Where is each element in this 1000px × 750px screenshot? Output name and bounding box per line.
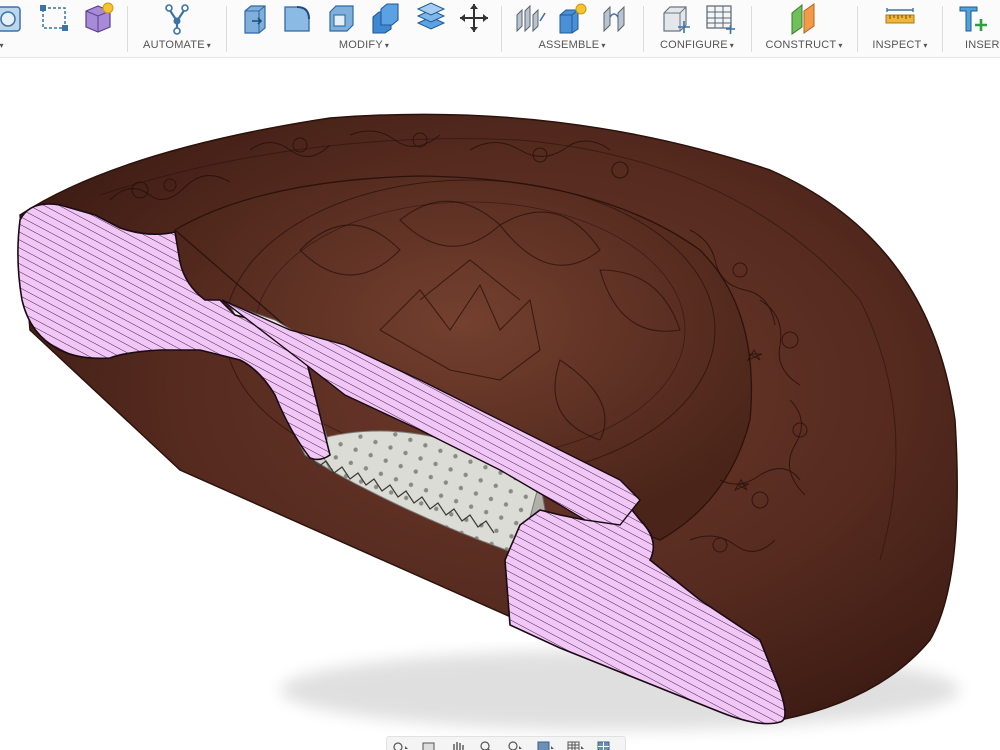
- new-component-icon[interactable]: [554, 1, 590, 35]
- fillet-icon[interactable]: [279, 1, 315, 35]
- joint-icon[interactable]: [512, 1, 548, 35]
- toolbar-group-label[interactable]: CONFIGURE ▾: [644, 39, 750, 51]
- toolbar-group-automate: AUTOMATE ▾: [128, 0, 226, 58]
- press-pull-icon[interactable]: [237, 1, 273, 35]
- toolbar-group-modify: MODIFY ▾: [227, 0, 501, 58]
- automate-icon[interactable]: [159, 1, 195, 35]
- insert-mesh-icon[interactable]: [955, 1, 991, 35]
- configure-icon[interactable]: [658, 1, 694, 35]
- toolbar-group-insert: INSER: [943, 0, 1000, 58]
- toolbar-group-assemble: ASSEMBLE ▾: [502, 0, 642, 58]
- navigation-bar: [386, 736, 626, 750]
- fit-icon[interactable]: [505, 739, 525, 750]
- offset-plane-icon[interactable]: [786, 1, 822, 35]
- combine-icon[interactable]: [367, 1, 403, 35]
- move-icon[interactable]: [456, 1, 492, 35]
- toolbar-group-create: E▾: [0, 0, 130, 58]
- viewports-icon[interactable]: [595, 739, 615, 750]
- toolbar-group-label[interactable]: CONSTRUCT ▾: [752, 39, 856, 51]
- toolbar: E▾ AUTOMATE▾: [0, 0, 1000, 58]
- grid-icon[interactable]: [565, 739, 585, 750]
- toolbar-group-label[interactable]: AUTOMATE ▾: [128, 39, 226, 51]
- toolbar-group-inspect: INSPECT ▾: [858, 0, 942, 58]
- toolbar-group-configure: CONFIGURE ▾: [644, 0, 750, 58]
- box-icon[interactable]: [0, 1, 26, 35]
- shell-icon[interactable]: [323, 1, 359, 35]
- toolbar-group-label[interactable]: INSPECT ▾: [858, 39, 942, 51]
- measure-icon[interactable]: [882, 1, 918, 35]
- offset-face-icon[interactable]: [413, 1, 449, 35]
- pan-icon[interactable]: [449, 739, 469, 750]
- look-at-icon[interactable]: [420, 739, 440, 750]
- toolbar-group-construct: CONSTRUCT ▾: [752, 0, 856, 58]
- configure-table-icon[interactable]: [702, 1, 738, 35]
- as-built-joint-icon[interactable]: [598, 1, 634, 35]
- canvas-viewport[interactable]: [0, 59, 1000, 750]
- toolbar-group-label[interactable]: MODIFY ▾: [227, 39, 501, 51]
- toolbar-group-label[interactable]: ASSEMBLE ▾: [502, 39, 642, 51]
- sketch-rectangle-icon[interactable]: [35, 1, 71, 35]
- toolbar-group-label[interactable]: INSER: [965, 39, 1000, 51]
- form-icon[interactable]: [80, 1, 116, 35]
- section-view-model[interactable]: [0, 59, 1000, 750]
- orbit-icon[interactable]: [391, 739, 411, 750]
- toolbar-group-label[interactable]: E▾: [0, 39, 130, 51]
- zoom-icon[interactable]: [477, 739, 497, 750]
- display-settings-icon[interactable]: [535, 739, 555, 750]
